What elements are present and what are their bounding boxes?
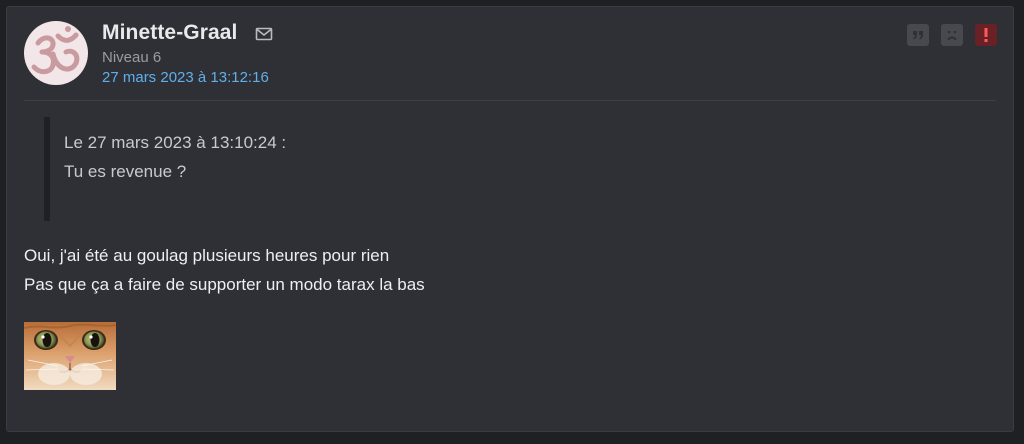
post-date-link[interactable]: 27 mars 2023 à 13:12:16: [102, 69, 269, 86]
report-button[interactable]: [975, 24, 997, 46]
quote-bar: [44, 117, 50, 221]
sad-face-button[interactable]: [941, 24, 963, 46]
avatar[interactable]: [24, 21, 88, 85]
quote-header: Le 27 mars 2023 à 13:10:24 :: [64, 133, 287, 152]
quote-button[interactable]: [907, 24, 929, 46]
sad-face-icon: [947, 31, 957, 41]
quote-icon: [913, 31, 923, 40]
cat-face-sticker[interactable]: [24, 322, 116, 390]
message-line: Pas que ça a faire de supporter un modo …: [24, 275, 425, 294]
exclamation-icon: [984, 28, 988, 42]
author-level: Niveau 6: [102, 49, 162, 66]
header-divider: [24, 100, 996, 101]
om-symbol-icon: [31, 26, 80, 75]
quote-text: Tu es revenue ?: [64, 162, 187, 181]
mail-icon[interactable]: [255, 27, 273, 41]
author-name[interactable]: Minette-Graal: [102, 21, 238, 45]
forum-post: Minette-Graal Niveau 6 27 mars 2023 à 13…: [6, 6, 1014, 432]
post-actions: [907, 24, 997, 46]
message-line: Oui, j'ai été au goulag plusieurs heures…: [24, 246, 390, 265]
